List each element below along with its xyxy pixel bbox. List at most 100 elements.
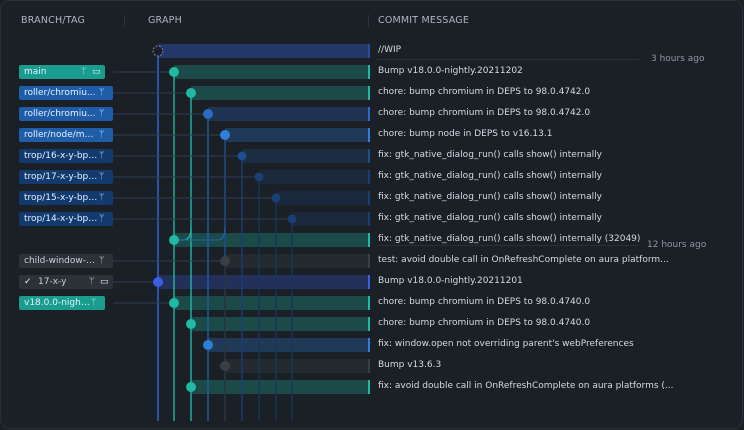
commit-row-bar <box>225 254 368 268</box>
commit-message[interactable]: Bump v13.6.3 <box>378 360 441 370</box>
commit-message[interactable]: fix: window.open not overriding parent's… <box>378 339 634 349</box>
commit-row-edge <box>368 107 370 121</box>
branch-icon: ᛘ <box>99 214 105 224</box>
branch-icon: ᛘ <box>99 88 105 98</box>
commit-message[interactable]: Bump v18.0.0-nightly.20211201 <box>378 276 523 286</box>
commit-row-edge <box>368 86 370 100</box>
commit-row-bar <box>242 149 368 163</box>
ref-name: trop/17-x-y-bp-fi... <box>24 172 98 182</box>
commit-message[interactable]: fix: gtk_native_dialog_run() calls show(… <box>378 192 602 202</box>
ref-name: v18.0.0-nightly.202... <box>24 298 90 308</box>
ref-label-1[interactable]: roller/chromiu... ᛘ <box>19 86 113 100</box>
ref-name: child-window-pr... <box>24 256 98 266</box>
ref-name: roller/chromiu... <box>24 109 96 119</box>
commit-row-edge <box>368 212 370 226</box>
commit-message[interactable]: chore: bump chromium in DEPS to 98.0.474… <box>378 297 590 307</box>
ref-label-5[interactable]: trop/17-x-y-bp-fi... ᛘ <box>19 170 113 184</box>
commit-message[interactable]: chore: bump chromium in DEPS to 98.0.474… <box>378 87 590 97</box>
branch-icon: ᛘ <box>99 109 105 119</box>
commit-message[interactable]: chore: bump chromium in DEPS to 98.0.474… <box>378 108 590 118</box>
ref-label-2[interactable]: roller/chromiu... ᛘ <box>19 107 113 121</box>
commit-node <box>203 109 213 119</box>
commit-row-bar <box>158 275 368 289</box>
commit-row-bar <box>158 44 368 58</box>
commit-row-bar <box>174 65 368 79</box>
branch-icon: ᛘ <box>99 130 105 140</box>
commit-node <box>169 298 179 308</box>
commit-row-edge <box>368 380 370 394</box>
commit-message[interactable]: fix: gtk_native_dialog_run() calls show(… <box>378 171 602 181</box>
wip-node <box>152 45 164 57</box>
ref-label-4[interactable]: trop/16-x-y-bp-fi... ᛘ <box>19 149 113 163</box>
ref-label-8[interactable]: child-window-pr... ᛘ <box>19 254 113 268</box>
commit-node <box>220 130 230 140</box>
commit-message[interactable]: test: avoid double call in OnRefreshComp… <box>378 255 669 265</box>
commit-row-edge <box>368 359 370 373</box>
ref-name: roller/node/main <box>24 130 98 140</box>
ref-label-6[interactable]: trop/15-x-y-bp-fi... ᛘ <box>19 191 113 205</box>
branch-icon: ᛘ <box>99 151 105 161</box>
commit-row-bar <box>174 296 368 310</box>
commit-node <box>237 151 247 161</box>
commit-node <box>203 340 213 350</box>
commit-row-edge <box>368 254 370 268</box>
commit-row-bar <box>259 170 368 184</box>
commit-row-bar <box>191 380 368 394</box>
commit-message[interactable]: fix: avoid double call in OnRefreshCompl… <box>378 381 674 391</box>
commit-message[interactable]: fix: gtk_native_dialog_run() calls show(… <box>378 234 640 244</box>
ref-name: main <box>24 67 47 77</box>
commit-row-edge <box>368 170 370 184</box>
commit-row-edge <box>368 338 370 352</box>
ref-name: trop/15-x-y-bp-fi... <box>24 193 98 203</box>
branch-icon: ᛘ <box>99 193 105 203</box>
commit-row-edge <box>368 191 370 205</box>
commit-row-bar <box>208 338 368 352</box>
commit-graph-panel: BRANCH/TAG GRAPH COMMIT MESSAGE 3 hours … <box>0 0 743 429</box>
commit-row-edge <box>368 233 370 247</box>
branch-icon: ᛘ <box>89 277 95 287</box>
commit-row-bar <box>208 107 368 121</box>
commit-node <box>271 193 281 203</box>
commit-row-edge <box>368 44 370 58</box>
commit-node <box>220 361 230 371</box>
commit-message[interactable]: chore: bump chromium in DEPS to 98.0.474… <box>378 318 590 328</box>
ref-label-7[interactable]: trop/14-x-y-bp-fi... ᛘ <box>19 212 113 226</box>
commit-message[interactable]: Bump v18.0.0-nightly.20211202 <box>378 66 523 76</box>
ref-label-3[interactable]: roller/node/main ᛘ <box>19 128 113 142</box>
commit-node <box>287 214 297 224</box>
commit-node <box>254 172 264 182</box>
commit-row-bar <box>292 212 368 226</box>
ref-label-10[interactable]: v18.0.0-nightly.202...ᛘ <box>19 296 105 310</box>
commit-message[interactable]: fix: gtk_native_dialog_run() calls show(… <box>378 150 602 160</box>
commit-node <box>169 235 179 245</box>
commit-row-bar <box>191 86 368 100</box>
commit-message[interactable]: fix: gtk_native_dialog_run() calls show(… <box>378 213 602 223</box>
computer-icon: ▭ <box>100 277 109 287</box>
ref-name: 17-x-y <box>38 277 67 287</box>
commit-row-edge <box>368 128 370 142</box>
commit-row-edge <box>368 65 370 79</box>
ref-label-0[interactable]: main ᛘ ▭ <box>19 65 105 79</box>
branch-icon: ᛘ <box>81 67 87 77</box>
branch-icon: ᛘ <box>99 172 105 182</box>
commit-message[interactable]: chore: bump node in DEPS to v16.13.1 <box>378 129 552 139</box>
commit-node <box>169 67 179 77</box>
computer-icon: ▭ <box>92 67 101 77</box>
commit-row-bar <box>225 359 368 373</box>
commit-node <box>186 88 196 98</box>
commit-row-edge <box>368 296 370 310</box>
commit-row-bar <box>225 128 368 142</box>
ref-label-9[interactable]: ✓ 17-x-y ᛘ ▭ <box>19 275 113 289</box>
commit-row-bar <box>276 191 368 205</box>
ref-name: roller/chromiu... <box>24 88 96 98</box>
ref-name: trop/16-x-y-bp-fi... <box>24 151 98 161</box>
ref-name: trop/14-x-y-bp-fi... <box>24 214 98 224</box>
commit-row-bar <box>191 317 368 331</box>
commit-row-edge <box>368 275 370 289</box>
branch-icon: ᛘ <box>91 298 97 308</box>
check-icon: ✓ <box>24 277 32 287</box>
wip-message[interactable]: //WIP <box>378 45 401 55</box>
commit-node <box>153 277 163 287</box>
commit-node <box>220 256 230 266</box>
commit-row-edge <box>368 317 370 331</box>
